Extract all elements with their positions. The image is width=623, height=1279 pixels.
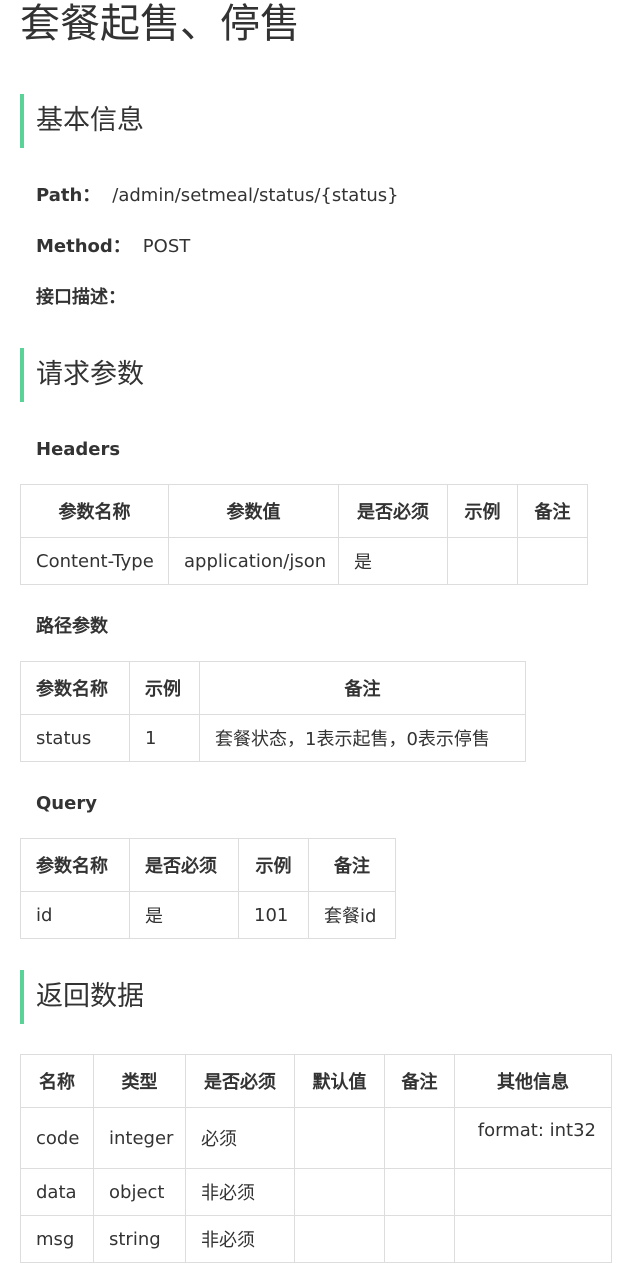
description-label: 接口描述： <box>36 287 126 308</box>
response-table: 名称 类型 是否必须 默认值 备注 其他信息 code integer 必须 f… <box>20 1054 612 1263</box>
headers-table: 参数名称 参数值 是否必须 示例 备注 Content-Type applica… <box>20 484 588 585</box>
table-cell <box>384 1168 455 1216</box>
table-cell: data <box>20 1168 94 1216</box>
table-cell <box>294 1107 385 1169</box>
column-header: 备注 <box>199 661 526 715</box>
table-cell: 是 <box>338 537 448 585</box>
table-cell: 套餐状态，1表示起售，0表示停售 <box>199 714 526 762</box>
column-header: 备注 <box>384 1054 455 1108</box>
table-cell: Content-Type <box>20 537 169 585</box>
table-cell: format: int32 <box>454 1107 612 1169</box>
description-field: 接口描述： <box>36 285 138 311</box>
path-params-title: 路径参数 <box>36 616 108 637</box>
table-cell: id <box>20 891 130 939</box>
column-header: 参数名称 <box>20 661 130 715</box>
section-heading-response: 返回数据 <box>20 970 144 1024</box>
table-header-row: 参数名称 是否必须 示例 备注 <box>20 838 396 892</box>
table-header-row: 参数名称 参数值 是否必须 示例 备注 <box>20 484 588 538</box>
query-title: Query <box>36 793 97 814</box>
table-cell <box>454 1215 612 1263</box>
column-header: 参数值 <box>168 484 339 538</box>
table-cell: 是 <box>129 891 239 939</box>
column-header: 默认值 <box>294 1054 385 1108</box>
table-row: code integer 必须 format: int32 <box>20 1107 612 1169</box>
table-row: Content-Type application/json 是 <box>20 537 588 585</box>
table-cell: string <box>93 1215 186 1263</box>
table-cell: 套餐id <box>308 891 396 939</box>
column-header: 是否必须 <box>185 1054 295 1108</box>
table-cell: code <box>20 1107 94 1169</box>
table-cell <box>294 1215 385 1263</box>
table-cell: 非必须 <box>185 1215 295 1263</box>
path-params-table: 参数名称 示例 备注 status 1 套餐状态，1表示起售，0表示停售 <box>20 661 526 762</box>
table-header-row: 参数名称 示例 备注 <box>20 661 526 715</box>
table-cell: status <box>20 714 130 762</box>
table-cell: 1 <box>129 714 200 762</box>
table-cell <box>454 1168 612 1216</box>
method-value: POST <box>142 236 191 257</box>
query-table: 参数名称 是否必须 示例 备注 id 是 101 套餐id <box>20 838 396 939</box>
table-cell: 非必须 <box>185 1168 295 1216</box>
table-row: id 是 101 套餐id <box>20 891 396 939</box>
column-header: 是否必须 <box>338 484 448 538</box>
table-cell <box>384 1215 455 1263</box>
table-header-row: 名称 类型 是否必须 默认值 备注 其他信息 <box>20 1054 612 1108</box>
table-cell: object <box>93 1168 186 1216</box>
column-header: 示例 <box>129 661 200 715</box>
path-field: Path： /admin/setmeal/status/{status} <box>36 183 399 209</box>
table-cell <box>384 1107 455 1169</box>
table-cell <box>294 1168 385 1216</box>
table-cell <box>517 537 588 585</box>
table-cell <box>447 537 518 585</box>
method-field: Method： POST <box>36 234 190 260</box>
method-label: Method： <box>36 236 131 257</box>
column-header: 是否必须 <box>129 838 239 892</box>
path-label: Path： <box>36 185 101 206</box>
path-value: /admin/setmeal/status/{status} <box>112 185 399 206</box>
section-heading-request-params: 请求参数 <box>20 348 144 402</box>
column-header: 其他信息 <box>454 1054 612 1108</box>
column-header: 参数名称 <box>20 838 130 892</box>
headers-title: Headers <box>36 439 121 460</box>
column-header: 示例 <box>447 484 518 538</box>
table-cell: application/json <box>168 537 339 585</box>
column-header: 名称 <box>20 1054 94 1108</box>
column-header: 备注 <box>308 838 396 892</box>
table-cell: msg <box>20 1215 94 1263</box>
column-header: 备注 <box>517 484 588 538</box>
table-cell: integer <box>93 1107 186 1169</box>
section-heading-basic-info: 基本信息 <box>20 94 144 148</box>
table-row: msg string 非必须 <box>20 1215 612 1263</box>
table-row: status 1 套餐状态，1表示起售，0表示停售 <box>20 714 526 762</box>
page-title: 套餐起售、停售 <box>20 1 300 47</box>
column-header: 类型 <box>93 1054 186 1108</box>
table-row: data object 非必须 <box>20 1168 612 1216</box>
table-cell: 必须 <box>185 1107 295 1169</box>
column-header: 参数名称 <box>20 484 169 538</box>
column-header: 示例 <box>238 838 309 892</box>
table-cell: 101 <box>238 891 309 939</box>
